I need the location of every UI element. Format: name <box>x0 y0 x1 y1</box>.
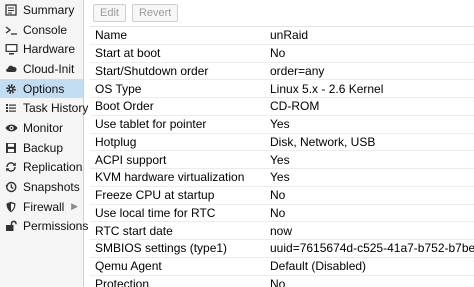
sync-icon <box>4 160 18 174</box>
table-row[interactable]: Use local time for RTC No <box>90 205 474 223</box>
sidebar-item-cloud-init[interactable]: Cloud-Init <box>0 59 83 79</box>
summary-icon <box>4 3 18 17</box>
option-value: Disk, Network, USB <box>270 134 376 149</box>
option-key: Use tablet for pointer <box>95 117 207 132</box>
history-icon <box>4 180 18 194</box>
sidebar-item-monitor[interactable]: Monitor <box>0 118 83 138</box>
sidebar-item-label: Summary <box>23 2 75 17</box>
option-key: Start/Shutdown order <box>95 63 209 78</box>
option-key: SMBIOS settings (type1) <box>95 241 228 256</box>
option-key: Start at boot <box>95 46 161 61</box>
option-value: No <box>270 46 286 61</box>
option-value: No <box>270 188 286 203</box>
option-value: No <box>270 205 286 220</box>
sidebar-item-backup[interactable]: Backup <box>0 138 83 158</box>
options-panel: Edit Revert Name unRaid Start at boot No S… <box>90 0 474 287</box>
option-key: Freeze CPU at startup <box>95 188 215 203</box>
option-key: RTC start date <box>95 223 173 238</box>
table-row[interactable]: Start/Shutdown order order=any <box>90 63 474 81</box>
chevron-right-icon[interactable]: ▶ <box>71 201 78 212</box>
sidebar-item-label: Options <box>23 81 65 96</box>
edit-button[interactable]: Edit <box>93 4 126 22</box>
sidebar-item-options[interactable]: Options <box>0 78 83 99</box>
table-row[interactable]: RTC start date now <box>90 222 474 240</box>
table-row[interactable]: SMBIOS settings (type1) uuid=7615674d-c52… <box>90 240 474 258</box>
sidebar-item-label: Task History <box>23 101 89 116</box>
cloud-icon <box>4 62 18 76</box>
sidebar-item-label: Permissions <box>23 219 89 234</box>
option-key: Protection <box>95 276 150 287</box>
option-value: No <box>270 276 286 287</box>
option-key: Name <box>95 28 128 43</box>
list-icon <box>4 101 18 115</box>
sidebar-item-label: Backup <box>23 140 64 155</box>
eye-icon <box>4 121 18 135</box>
sidebar-item-label: Snapshots <box>23 180 80 195</box>
option-value: Yes <box>270 117 290 132</box>
sidebar-item-permissions[interactable]: Permissions <box>0 217 88 237</box>
table-row[interactable]: OS Type Linux 5.x - 2.6 Kernel <box>90 80 474 98</box>
option-value: CD-ROM <box>270 99 320 114</box>
option-value: Default (Disabled) <box>270 259 367 274</box>
table-row[interactable]: Boot Order CD-ROM <box>90 98 474 116</box>
sidebar-item-replication[interactable]: Replication <box>0 158 83 178</box>
option-value: unRaid <box>270 28 309 43</box>
sidebar-item-task-history[interactable]: Task History <box>0 98 88 118</box>
sidebar-item-label: Console <box>23 22 68 37</box>
option-key: Qemu Agent <box>95 259 162 274</box>
monitor-hardware-icon <box>4 42 18 56</box>
option-key: ACPI support <box>95 152 167 167</box>
table-row[interactable]: KVM hardware virtualization Yes <box>90 169 474 187</box>
option-key: Use local time for RTC <box>95 205 216 220</box>
table-row[interactable]: Protection No <box>90 276 474 287</box>
gear-icon <box>4 82 18 96</box>
option-key: OS Type <box>95 81 142 96</box>
table-row[interactable]: Freeze CPU at startup No <box>90 187 474 205</box>
table-row[interactable]: Use tablet for pointer Yes <box>90 116 474 134</box>
sidebar-item-summary[interactable]: Summary <box>0 0 83 20</box>
option-key: Hotplug <box>95 134 137 149</box>
table-row[interactable]: Name unRaid <box>90 27 474 45</box>
table-row[interactable]: Start at boot No <box>90 45 474 63</box>
option-key: Boot Order <box>95 99 154 114</box>
sidebar-item-label: Replication <box>23 160 83 175</box>
option-key: KVM hardware virtualization <box>95 170 245 185</box>
option-value: Yes <box>270 170 290 185</box>
option-value: now <box>270 223 293 238</box>
console-icon <box>4 23 18 37</box>
table-row[interactable]: ACPI support Yes <box>90 151 474 169</box>
sidebar: Summary Console Hardware Cloud-Init Opti… <box>0 0 88 287</box>
sidebar-item-label: Firewall <box>23 199 65 214</box>
options-grid: Name unRaid Start at boot No Start/Shutdow… <box>90 26 474 287</box>
sidebar-item-label: Hardware <box>23 42 76 57</box>
table-row[interactable]: Hotplug Disk, Network, USB <box>90 134 474 152</box>
option-value: Linux 5.x - 2.6 Kernel <box>270 81 384 96</box>
sidebar-item-label: Cloud-Init <box>23 61 75 76</box>
sidebar-item-console[interactable]: Console <box>0 20 83 40</box>
table-row[interactable]: Qemu Agent Default (Disabled) <box>90 258 474 276</box>
option-value: uuid=7615674d-c525-41a7-b752-b7bed581197… <box>270 241 474 256</box>
revert-button[interactable]: Revert <box>131 4 179 22</box>
sidebar-item-hardware[interactable]: Hardware <box>0 39 83 59</box>
sidebar-item-label: Monitor <box>23 120 64 135</box>
toolbar: Edit Revert <box>90 0 474 26</box>
shield-icon <box>4 200 18 214</box>
sidebar-item-firewall[interactable]: Firewall ▶ <box>0 197 83 217</box>
option-value: Yes <box>270 152 290 167</box>
unlock-icon <box>4 219 18 233</box>
sidebar-item-snapshots[interactable]: Snapshots <box>0 177 83 197</box>
floppy-icon <box>4 141 18 155</box>
option-value: order=any <box>270 63 325 78</box>
